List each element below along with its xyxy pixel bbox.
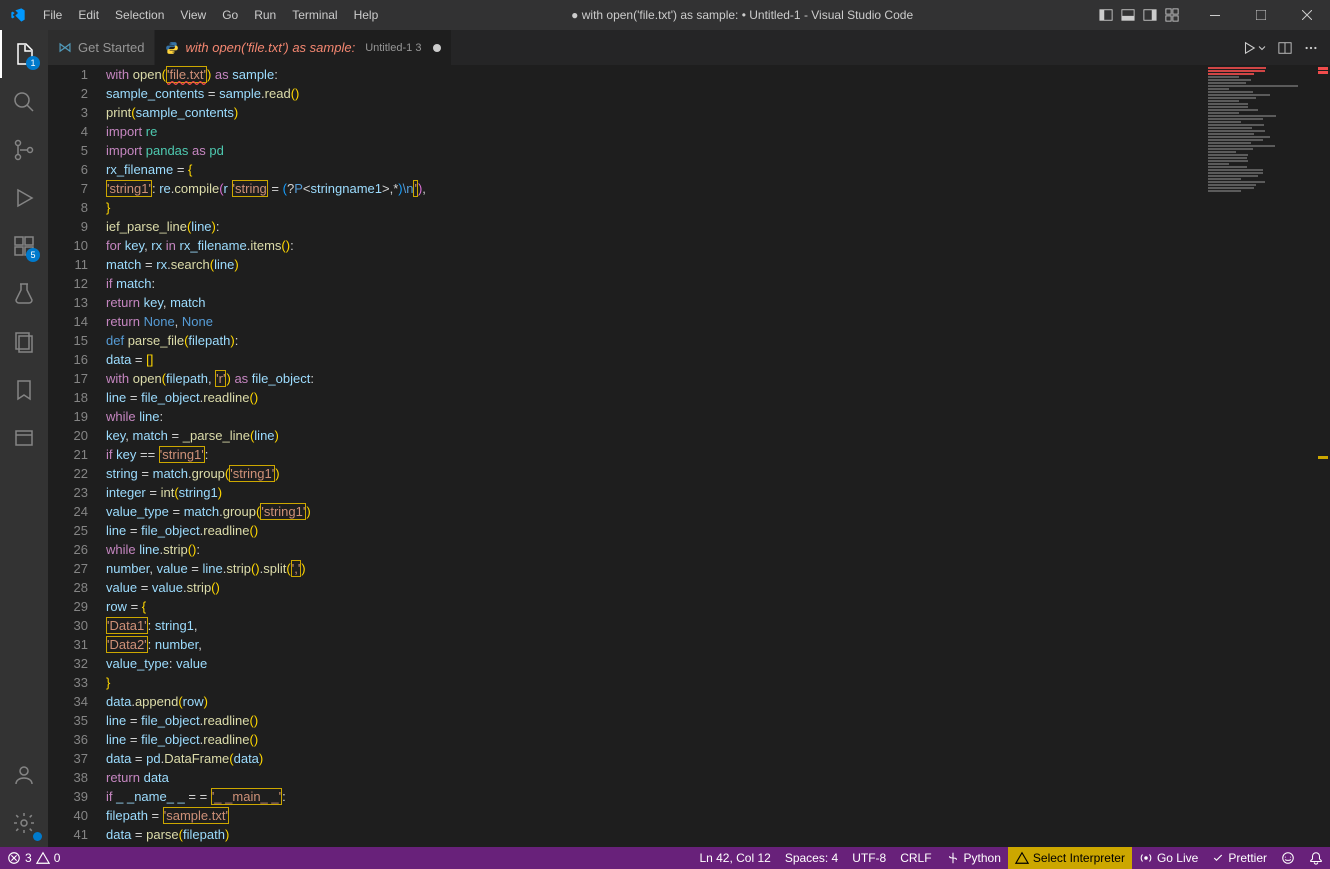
code-content[interactable]: with open('file.txt') as sample:sample_c… xyxy=(106,65,1330,847)
minimap[interactable] xyxy=(1206,65,1316,847)
maximize-button[interactable] xyxy=(1238,0,1284,30)
problems-status[interactable]: 3 0 xyxy=(0,847,67,869)
split-editor-icon[interactable] xyxy=(1278,41,1292,55)
notifications-icon[interactable] xyxy=(1302,847,1330,869)
run-button[interactable] xyxy=(1242,41,1266,55)
menu-selection[interactable]: Selection xyxy=(107,0,172,30)
scrollbar[interactable] xyxy=(1316,65,1330,847)
activity-bar: 1 5 xyxy=(0,30,48,847)
panel-bottom-icon[interactable] xyxy=(1120,7,1136,23)
vscode-icon: ⋈ xyxy=(58,39,72,56)
window-controls xyxy=(1192,0,1330,30)
search-icon[interactable] xyxy=(0,78,48,126)
tab-get-started[interactable]: ⋈ Get Started xyxy=(48,30,155,65)
project-icon[interactable] xyxy=(0,414,48,462)
references-icon[interactable] xyxy=(0,318,48,366)
line-numbers: 1234567891011121314151617181920212223242… xyxy=(48,65,106,847)
extensions-badge: 5 xyxy=(26,248,40,262)
tab-label: Get Started xyxy=(78,40,144,55)
explorer-badge: 1 xyxy=(26,56,40,70)
go-live[interactable]: Go Live xyxy=(1132,847,1205,869)
bookmark-icon[interactable] xyxy=(0,366,48,414)
minimize-button[interactable] xyxy=(1192,0,1238,30)
run-debug-icon[interactable] xyxy=(0,174,48,222)
prettier-status[interactable]: Prettier xyxy=(1205,847,1274,869)
menu-go[interactable]: Go xyxy=(214,0,246,30)
menu-run[interactable]: Run xyxy=(246,0,284,30)
eol-status[interactable]: CRLF xyxy=(893,847,938,869)
feedback-icon[interactable] xyxy=(1274,847,1302,869)
editor-area: ⋈ Get Started with open('file.txt') as s… xyxy=(48,30,1330,847)
select-interpreter[interactable]: Select Interpreter xyxy=(1008,847,1132,869)
menu-file[interactable]: File xyxy=(35,0,70,30)
indentation-status[interactable]: Spaces: 4 xyxy=(778,847,845,869)
titlebar: FileEditSelectionViewGoRunTerminalHelp ●… xyxy=(0,0,1330,30)
more-actions-icon[interactable] xyxy=(1304,41,1318,55)
tab-label: with open('file.txt') as sample: xyxy=(185,40,355,55)
status-bar: 3 0 Ln 42, Col 12 Spaces: 4 UTF-8 CRLF P… xyxy=(0,847,1330,869)
extensions-icon[interactable]: 5 xyxy=(0,222,48,270)
language-mode[interactable]: Python xyxy=(939,847,1008,869)
tab-bar: ⋈ Get Started with open('file.txt') as s… xyxy=(48,30,1330,65)
tab-desc: Untitled-1 3 xyxy=(365,42,421,54)
layout-controls[interactable] xyxy=(1098,7,1180,23)
customize-layout-icon[interactable] xyxy=(1164,7,1180,23)
panel-right-icon[interactable] xyxy=(1142,7,1158,23)
settings-update-badge xyxy=(33,832,42,841)
encoding-status[interactable]: UTF-8 xyxy=(845,847,893,869)
cursor-position[interactable]: Ln 42, Col 12 xyxy=(692,847,777,869)
python-icon xyxy=(165,41,179,55)
explorer-icon[interactable]: 1 xyxy=(0,30,48,78)
vscode-logo-icon xyxy=(0,7,35,23)
accounts-icon[interactable] xyxy=(0,751,48,799)
dirty-indicator: ● xyxy=(571,8,578,22)
source-control-icon[interactable] xyxy=(0,126,48,174)
close-button[interactable] xyxy=(1284,0,1330,30)
menu-edit[interactable]: Edit xyxy=(70,0,107,30)
tab-untitled-1[interactable]: with open('file.txt') as sample: Untitle… xyxy=(155,30,452,65)
menu-terminal[interactable]: Terminal xyxy=(284,0,345,30)
menu-bar: FileEditSelectionViewGoRunTerminalHelp xyxy=(35,0,386,30)
menu-view[interactable]: View xyxy=(172,0,214,30)
testing-icon[interactable] xyxy=(0,270,48,318)
editor-actions xyxy=(1230,30,1330,65)
code-editor[interactable]: 1234567891011121314151617181920212223242… xyxy=(48,65,1330,847)
menu-help[interactable]: Help xyxy=(346,0,387,30)
panel-left-icon[interactable] xyxy=(1098,7,1114,23)
window-title: ● with open('file.txt') as sample: • Unt… xyxy=(386,8,1098,22)
dirty-dot-icon xyxy=(433,44,441,52)
settings-gear-icon[interactable] xyxy=(0,799,48,847)
